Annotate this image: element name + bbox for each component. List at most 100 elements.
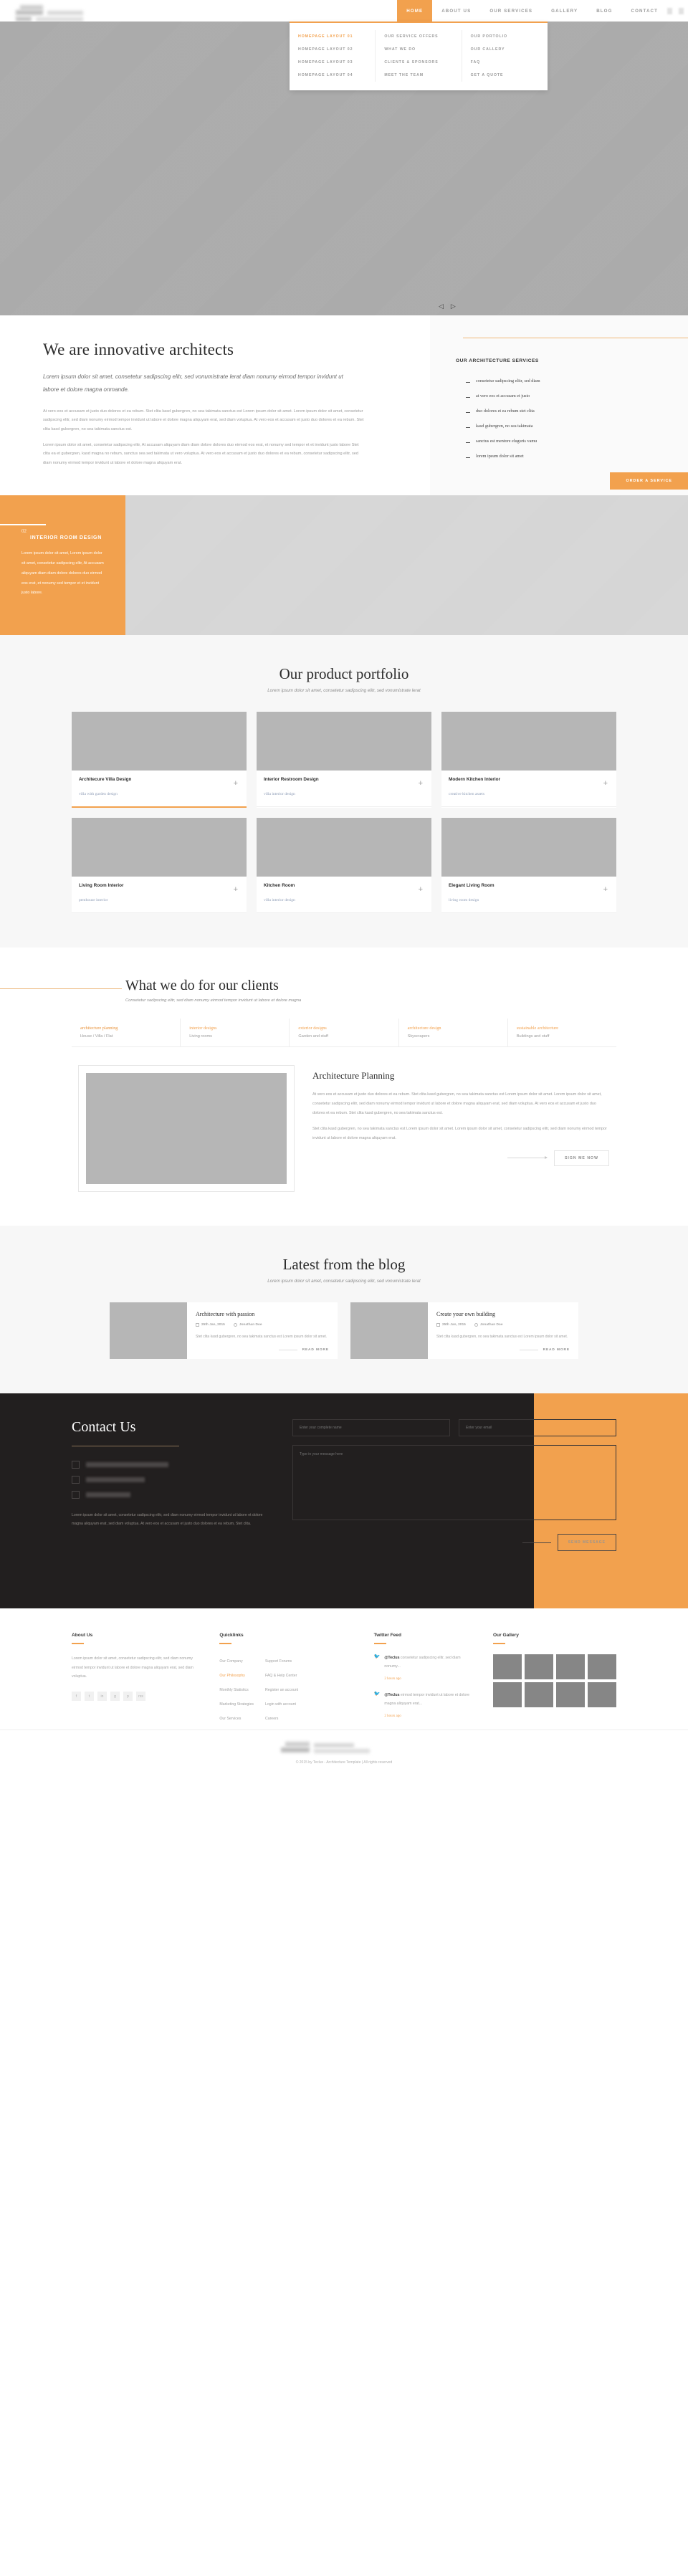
service-item[interactable]: duo dolores et ea rebum stet clita [466, 404, 688, 419]
plus-icon[interactable]: + [603, 780, 608, 788]
mega-item-homepage-04[interactable]: HOMEPAGE LAYOUT 04 [298, 69, 375, 82]
footer-gallery-heading: Our Gallery [493, 1633, 519, 1638]
mega-item-our-gallery[interactable]: OUR CALLERY [471, 43, 548, 56]
tab-panel: Architecture Planning At vero eos et acc… [72, 1047, 616, 1193]
read-more-link[interactable]: READ MORE [543, 1348, 570, 1352]
name-field[interactable] [292, 1419, 450, 1436]
quicklink-faq-help-center[interactable]: FAQ & Help Center [265, 1669, 298, 1683]
nav-item-gallery[interactable]: GALLERY [542, 0, 587, 22]
plus-icon[interactable]: + [234, 780, 238, 788]
mega-item-our-portfolio[interactable]: OUR PORTOLIO [471, 30, 548, 43]
twitter-icon[interactable]: t [85, 1692, 94, 1702]
user-icon [233, 1323, 237, 1327]
quicklink-login-account[interactable]: Login with account [265, 1697, 298, 1712]
twitter-bird-icon: 🐦 [373, 1692, 381, 1697]
pinterest-icon[interactable]: p [123, 1692, 133, 1702]
mega-item-faq[interactable]: FAQ [471, 56, 548, 69]
cart-icon[interactable] [679, 7, 684, 14]
nav-item-contact[interactable]: CONTACT [622, 0, 668, 22]
portfolio-card[interactable]: Architecure Villa Design villa with gard… [72, 712, 247, 808]
tweet-handle[interactable]: @Teclus [384, 1693, 399, 1697]
sign-me-now-button[interactable]: SIGN ME NOW [553, 1150, 609, 1166]
mega-item-homepage-03[interactable]: HOMEPAGE LAYOUT 03 [298, 56, 375, 69]
mega-item-homepage-02[interactable]: HOMEPAGE LAYOUT 02 [298, 43, 375, 56]
tab-exterior-designs[interactable]: exterior designs Garden and stuff [290, 1019, 399, 1047]
linkedin-icon[interactable]: in [97, 1692, 107, 1702]
contact-details [72, 1461, 269, 1499]
quicklink-support-forums[interactable]: Support Forums [265, 1654, 298, 1669]
send-row: SEND MESSAGE [292, 1534, 616, 1551]
tab-interior-designs[interactable]: interior designs Living rooms [181, 1019, 290, 1047]
tab-sustainable-architecture[interactable]: sustainable architecture Buildings and s… [508, 1019, 616, 1046]
quicklink-our-philosophy[interactable]: Our Philosophy [219, 1669, 254, 1683]
mega-item-meet-the-team[interactable]: MEET THE TEAM [384, 69, 461, 82]
rss-icon[interactable]: rss [136, 1692, 145, 1702]
mega-item-homepage-01[interactable]: HOMEPAGE LAYOUT 01 [298, 30, 375, 43]
contact-detail-row [72, 1461, 269, 1469]
quicklink-our-services[interactable]: Our Services [219, 1712, 254, 1726]
send-message-button[interactable]: SEND MESSAGE [557, 1534, 616, 1551]
tab-sublabel: Living rooms [189, 1034, 212, 1039]
google-plus-icon[interactable]: g [110, 1692, 120, 1702]
plus-icon[interactable]: + [419, 886, 423, 894]
arrow-left-icon[interactable]: ◁ [439, 302, 444, 310]
order-a-service-button[interactable]: ORDER A SERVICE [610, 472, 688, 490]
gallery-thumb[interactable] [493, 1682, 522, 1707]
portfolio-card[interactable]: Kitchen Room villa interior design + [257, 818, 431, 914]
footer-logo[interactable] [0, 1741, 688, 1753]
gallery-thumb[interactable] [588, 1682, 616, 1707]
plus-icon[interactable]: + [603, 886, 608, 894]
mega-item-get-a-quote[interactable]: GET A QUOTE [471, 69, 548, 82]
nav-item-our-services[interactable]: OUR SERVICES [480, 0, 542, 22]
portfolio-card-title: Living Room Interior [79, 883, 124, 889]
site-logo[interactable] [14, 4, 93, 22]
plus-icon[interactable]: + [234, 886, 238, 894]
quicklink-our-company[interactable]: Our Company [219, 1654, 254, 1669]
mega-item-service-offers[interactable]: OUR SERVICE OFFERS [384, 30, 461, 43]
email-field[interactable] [459, 1419, 616, 1436]
footer-quicklinks-heading: Quicklinks [219, 1633, 244, 1638]
gallery-thumb[interactable] [493, 1654, 522, 1679]
nav-item-home[interactable]: HOME [397, 0, 433, 22]
mega-item-what-we-do[interactable]: WHAT WE DO [384, 43, 461, 56]
gallery-thumb[interactable] [588, 1654, 616, 1679]
gallery-thumb[interactable] [556, 1682, 585, 1707]
quicklink-careers[interactable]: Careers [265, 1712, 298, 1726]
service-item[interactable]: lorem ipsum dolor sit amet [466, 449, 688, 464]
service-item[interactable]: kasd gubergren, no sea takimata [466, 419, 688, 434]
arrow-right-icon[interactable]: ▷ [451, 302, 456, 310]
gallery-thumb[interactable] [525, 1682, 553, 1707]
service-item[interactable]: consetetur sadipscing elitr, sed diam [466, 373, 688, 388]
nav-item-blog[interactable]: BLOG [587, 0, 621, 22]
quicklink-marketing-strategies[interactable]: Marketing Strategies [219, 1697, 254, 1712]
plus-icon[interactable]: + [419, 780, 423, 788]
portfolio-card[interactable]: Living Room Interior penthouse interior … [72, 818, 247, 914]
search-icon[interactable] [667, 7, 672, 14]
gallery-thumb[interactable] [556, 1654, 585, 1679]
clients-tabs: architecture planning House / Villa / Fl… [72, 1019, 616, 1048]
tab-sublabel: Buildings and stuff [516, 1034, 550, 1039]
service-item[interactable]: at vero eos et accusam et justo [466, 388, 688, 404]
portfolio-card-sub: villa interior design [264, 898, 295, 903]
portfolio-card-sub: villa with garden design [79, 792, 118, 797]
message-field[interactable] [292, 1445, 616, 1520]
read-more-link[interactable]: READ MORE [302, 1348, 329, 1352]
portfolio-card[interactable]: Modern Kitchen Interior creative kitchen… [441, 712, 616, 808]
quicklink-monthly-statistics[interactable]: Monthly Statistics [219, 1683, 254, 1697]
nav-item-about-us[interactable]: ABOUT US [432, 0, 480, 22]
gallery-thumb[interactable] [525, 1654, 553, 1679]
gallery-thumbs [493, 1654, 616, 1707]
facebook-icon[interactable]: f [72, 1692, 81, 1702]
portfolio-card[interactable]: Interior Restroom Design villa interior … [257, 712, 431, 808]
blog-card[interactable]: Architecture with passion 25th Jan, 2015… [110, 1302, 338, 1359]
tab-architecture-design[interactable]: architecture design Skyscrapers [399, 1019, 508, 1047]
footer-twitter: Twitter Feed 🐦 @Teclus consetetur sadips… [373, 1633, 476, 1730]
tweet-handle[interactable]: @Teclus [384, 1656, 399, 1660]
tab-architecture-planning[interactable]: architecture planning House / Villa / Fl… [72, 1019, 181, 1047]
quicklink-register-account[interactable]: Register an account [265, 1683, 298, 1697]
mega-item-clients-sponsors[interactable]: CLIENTS & SPONSORS [384, 56, 461, 69]
footer-twitter-heading: Twitter Feed [373, 1633, 402, 1638]
blog-card[interactable]: Create your own building 25th Jan, 2015 … [350, 1302, 578, 1359]
portfolio-card[interactable]: Elegant Living Room living room design + [441, 818, 616, 914]
service-item[interactable]: sanctus est mentore eluguris vamu [466, 434, 688, 449]
